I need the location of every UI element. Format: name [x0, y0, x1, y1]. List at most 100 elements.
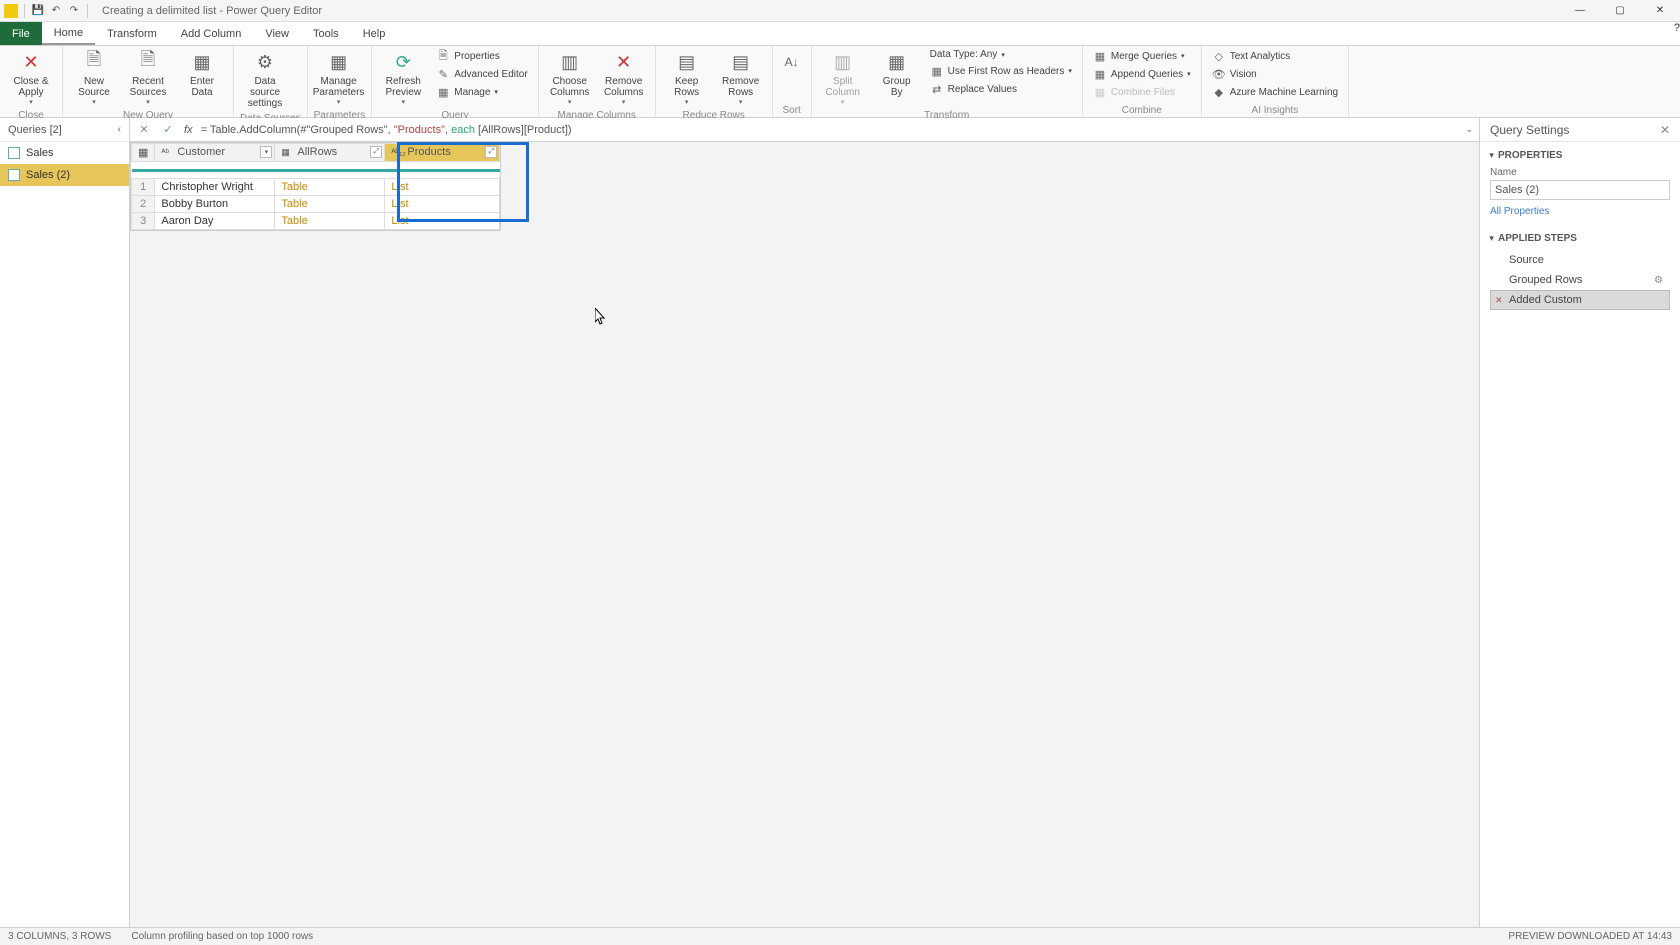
remove-rows-icon: ▤ — [729, 50, 753, 74]
cell-customer[interactable]: Aaron Day — [155, 213, 275, 230]
close-button[interactable]: ✕ — [1640, 0, 1680, 22]
append-queries-button[interactable]: ▦Append Queries ▾ — [1089, 66, 1195, 82]
close-apply-icon: ✕ — [19, 50, 43, 74]
choose-columns-icon: ▥ — [558, 50, 582, 74]
new-source-button[interactable]: 🗎New Source▾ — [69, 48, 119, 108]
azure-ml-button[interactable]: ◆Azure Machine Learning — [1208, 84, 1342, 100]
manage-parameters-icon: ▦ — [327, 50, 351, 74]
recent-sources-button[interactable]: 🗎Recent Sources▾ — [123, 48, 173, 108]
keep-rows-button[interactable]: ▤Keep Rows▾ — [662, 48, 712, 108]
tab-add-column[interactable]: Add Column — [169, 22, 254, 45]
query-name-input[interactable] — [1490, 180, 1670, 200]
choose-columns-button[interactable]: ▥Choose Columns▾ — [545, 48, 595, 108]
vision-icon: 👁 — [1212, 67, 1226, 81]
minimize-button[interactable]: — — [1560, 0, 1600, 22]
undo-icon[interactable]: ↶ — [49, 4, 63, 18]
cell-products[interactable]: List — [385, 196, 500, 213]
status-profiling: Column profiling based on top 1000 rows — [131, 931, 313, 942]
sort-asc-button[interactable]: A↓ — [779, 48, 805, 76]
tab-help[interactable]: Help — [351, 22, 398, 45]
query-item-sales[interactable]: Sales — [0, 142, 129, 164]
delete-step-icon[interactable]: ✕ — [1495, 295, 1503, 306]
column-header-allrows[interactable]: ▦AllRows⤢ — [275, 144, 385, 162]
step-added-custom[interactable]: ✕Added Custom — [1490, 290, 1670, 310]
replace-icon: ⇄ — [930, 82, 944, 96]
center-panel: ✕ ✓ fx = Table.AddColumn(#"Grouped Rows"… — [130, 118, 1480, 927]
table-row[interactable]: 1 Christopher Wright Table List — [132, 179, 500, 196]
group-by-button[interactable]: ▦Group By — [872, 48, 922, 100]
window-title: Creating a delimited list - Power Query … — [102, 5, 322, 17]
close-settings-button[interactable]: ✕ — [1660, 123, 1670, 137]
cell-customer[interactable]: Bobby Burton — [155, 196, 275, 213]
advanced-editor-button[interactable]: ✎Advanced Editor — [432, 66, 531, 82]
help-icon[interactable]: ? — [1674, 22, 1680, 45]
group-by-icon: ▦ — [885, 50, 909, 74]
query-item-sales-2[interactable]: Sales (2) — [0, 164, 129, 186]
data-source-settings-button[interactable]: ⚙Data source settings — [240, 48, 290, 111]
vision-button[interactable]: 👁Vision — [1208, 66, 1342, 82]
column-header-products[interactable]: ᴬᴮ₁₂Products⤢ — [385, 144, 500, 162]
merge-queries-button[interactable]: ▦Merge Queries ▾ — [1089, 48, 1195, 64]
properties-button[interactable]: 🗎Properties — [432, 48, 531, 64]
split-column-button[interactable]: ▥Split Column▾ — [818, 48, 868, 108]
commit-formula-button[interactable]: ✓ — [160, 122, 176, 138]
manage-parameters-button[interactable]: ▦Manage Parameters▾ — [314, 48, 364, 108]
table-row[interactable]: 2 Bobby Burton Table List — [132, 196, 500, 213]
step-grouped-rows[interactable]: Grouped Rows⚙ — [1490, 270, 1670, 290]
filter-dropdown-icon[interactable]: ▾ — [260, 146, 272, 158]
replace-values-button[interactable]: ⇄Replace Values — [926, 81, 1076, 97]
cell-allrows[interactable]: Table — [275, 213, 385, 230]
tab-home[interactable]: Home — [42, 22, 95, 45]
cell-products[interactable]: List — [385, 179, 500, 196]
enter-data-button[interactable]: ▦Enter Data — [177, 48, 227, 100]
step-source[interactable]: Source — [1490, 250, 1670, 270]
tab-transform[interactable]: Transform — [95, 22, 169, 45]
fx-icon[interactable]: fx — [184, 124, 193, 136]
cell-products[interactable]: List — [385, 213, 500, 230]
select-all-corner[interactable]: ▦ — [132, 144, 155, 162]
redo-icon[interactable]: ↷ — [67, 4, 81, 18]
data-grid[interactable]: ▦ ᴬᵇCustomer▾ ▦AllRows⤢ ᴬᴮ₁₂Products⤢ 1 … — [130, 142, 501, 231]
cell-allrows[interactable]: Table — [275, 196, 385, 213]
text-type-icon: ᴬᵇ — [161, 147, 175, 159]
remove-columns-button[interactable]: ✕Remove Columns▾ — [599, 48, 649, 108]
formula-bar: ✕ ✓ fx = Table.AddColumn(#"Grouped Rows"… — [130, 118, 1479, 142]
remove-columns-icon: ✕ — [612, 50, 636, 74]
recent-sources-icon: 🗎 — [136, 50, 160, 74]
all-properties-link[interactable]: All Properties — [1490, 206, 1670, 217]
formula-input[interactable]: = Table.AddColumn(#"Grouped Rows", "Prod… — [201, 123, 1458, 136]
remove-rows-button[interactable]: ▤Remove Rows▾ — [716, 48, 766, 108]
collapse-queries-icon[interactable]: ‹ — [118, 124, 121, 135]
text-analytics-button[interactable]: ◇Text Analytics — [1208, 48, 1342, 64]
combine-files-icon: ▦ — [1093, 85, 1107, 99]
gear-icon[interactable]: ⚙ — [1654, 275, 1663, 286]
cell-customer[interactable]: Christopher Wright — [155, 179, 275, 196]
column-header-customer[interactable]: ᴬᵇCustomer▾ — [155, 144, 275, 162]
name-label: Name — [1490, 167, 1670, 178]
first-row-headers-button[interactable]: ▦Use First Row as Headers ▾ — [926, 63, 1076, 79]
cancel-formula-button[interactable]: ✕ — [136, 122, 152, 138]
maximize-button[interactable]: ▢ — [1600, 0, 1640, 22]
cell-allrows[interactable]: Table — [275, 179, 385, 196]
queries-panel: Queries [2] ‹ Sales Sales (2) — [0, 118, 130, 927]
data-type-button[interactable]: Data Type: Any ▾ — [926, 48, 1076, 61]
manage-button[interactable]: ▦Manage ▾ — [432, 84, 531, 100]
save-icon[interactable]: 💾 — [31, 4, 45, 18]
main-area: Queries [2] ‹ Sales Sales (2) ✕ ✓ fx = T… — [0, 118, 1680, 927]
queries-header: Queries [2] ‹ — [0, 118, 129, 142]
tab-tools[interactable]: Tools — [301, 22, 351, 45]
table-type-icon: ▦ — [281, 147, 295, 159]
expand-dropdown-icon[interactable]: ⤢ — [485, 146, 497, 158]
table-row[interactable]: 3 Aaron Day Table List — [132, 213, 500, 230]
properties-section-title[interactable]: PROPERTIES — [1490, 150, 1670, 161]
tab-file[interactable]: File — [0, 22, 42, 45]
expand-formula-button[interactable]: ⌄ — [1465, 124, 1473, 135]
query-settings-panel: Query Settings ✕ PROPERTIES Name All Pro… — [1480, 118, 1680, 927]
ribbon: ✕ Close & Apply ▾ Close 🗎New Source▾ 🗎Re… — [0, 46, 1680, 118]
append-icon: ▦ — [1093, 67, 1107, 81]
refresh-preview-button[interactable]: ⟳Refresh Preview▾ — [378, 48, 428, 108]
close-apply-button[interactable]: ✕ Close & Apply ▾ — [6, 48, 56, 108]
expand-dropdown-icon[interactable]: ⤢ — [370, 146, 382, 158]
tab-view[interactable]: View — [253, 22, 301, 45]
applied-steps-title[interactable]: APPLIED STEPS — [1490, 233, 1670, 244]
